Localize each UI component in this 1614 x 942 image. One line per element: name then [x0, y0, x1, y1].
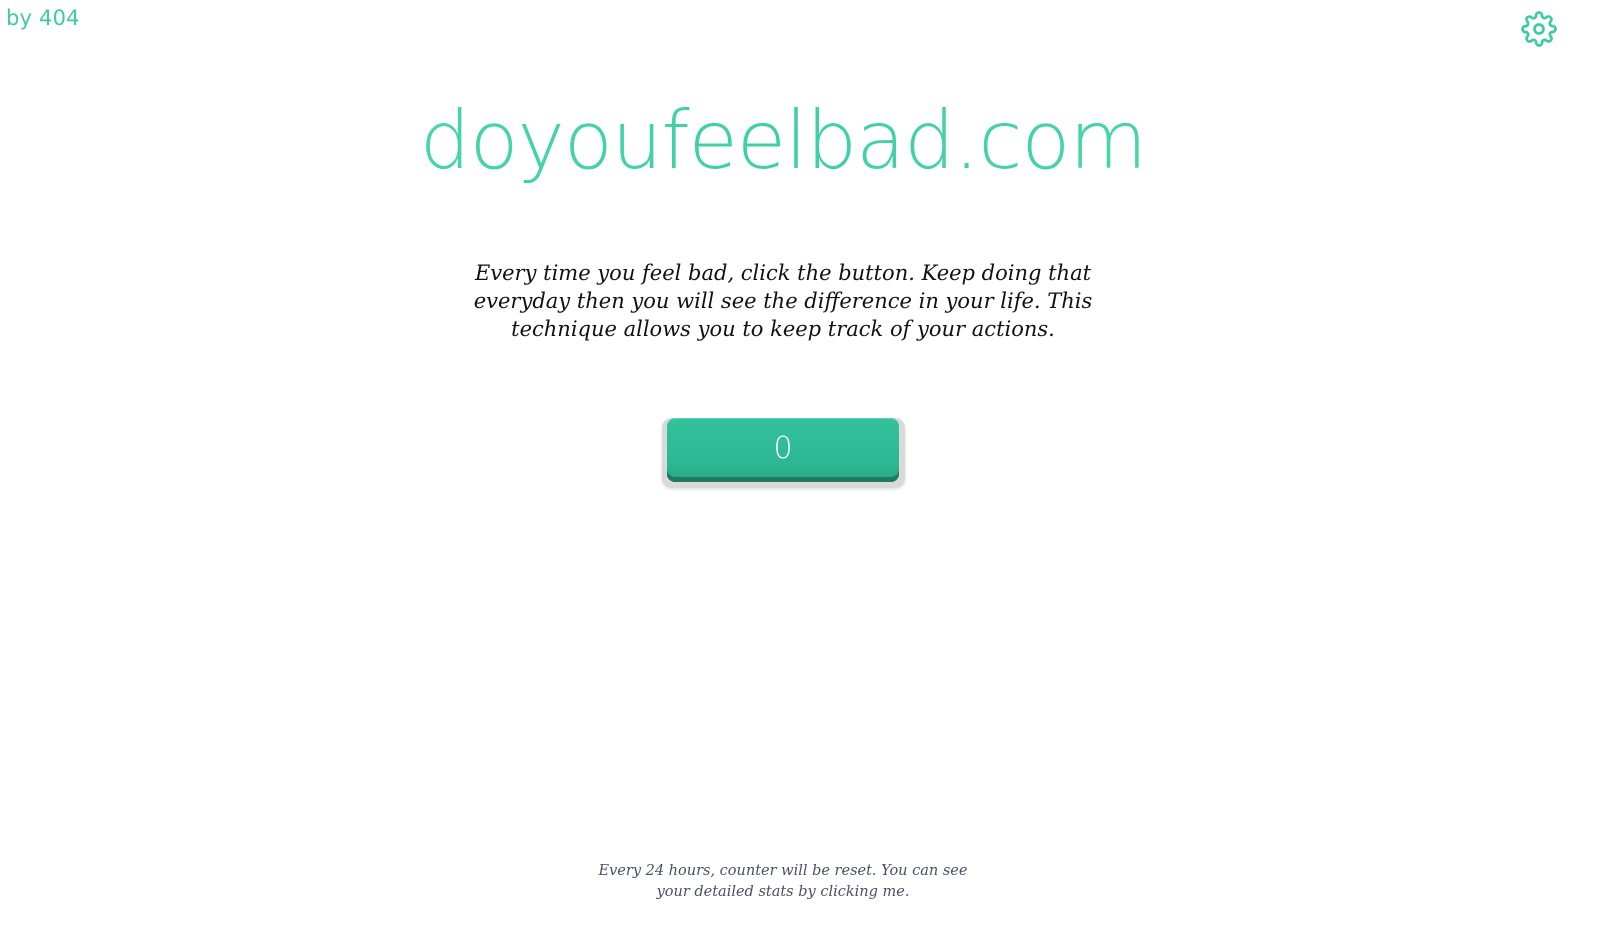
settings-button[interactable] — [1520, 10, 1558, 48]
author-link[interactable]: by 404 — [6, 6, 80, 30]
page: by 404 doyoufeelbad.com Every time you f… — [0, 0, 1614, 942]
intro-text: Every time you feel bad, click the butto… — [473, 261, 1093, 341]
counter-button-frame: 0 — [662, 418, 905, 488]
gear-icon — [1521, 11, 1557, 47]
stats-link-note[interactable]: Every 24 hours, counter will be reset. Y… — [583, 861, 983, 903]
site-title: doyoufeelbad.com — [0, 86, 1566, 196]
feel-bad-counter-button[interactable]: 0 — [667, 418, 899, 482]
